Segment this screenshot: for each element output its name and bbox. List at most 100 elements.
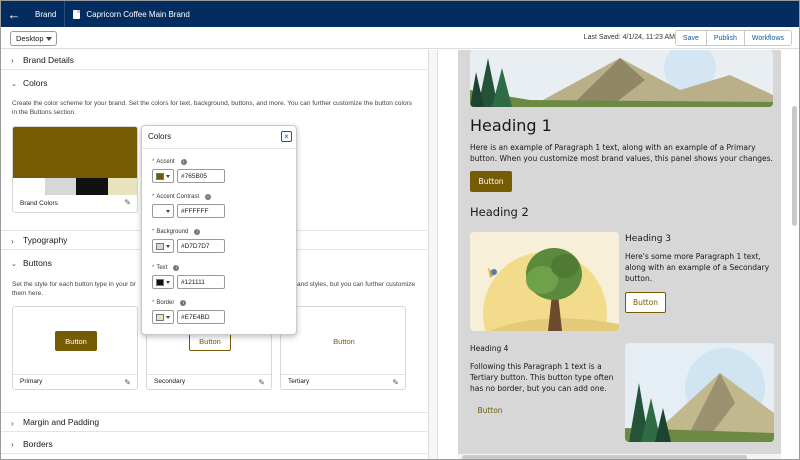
card-divider: [147, 374, 271, 375]
hex-input[interactable]: #E7E4BD: [177, 310, 225, 324]
publish-button[interactable]: Publish: [706, 31, 745, 45]
chevron-down-icon: [166, 210, 170, 213]
hex-input[interactable]: #765B05: [177, 169, 225, 183]
section-buttons-label: Buttons: [23, 258, 52, 268]
color-picker-button[interactable]: [152, 204, 174, 218]
primary-sample-button: Button: [55, 331, 97, 351]
preview-scroll-thumb[interactable]: [792, 106, 797, 226]
device-select-value: Desktop: [16, 34, 44, 43]
section-brand-details[interactable]: › Brand Details: [1, 50, 429, 70]
swatch-accent: [13, 127, 137, 178]
settings-scrollbar[interactable]: [429, 50, 438, 459]
landscape-image-bottom: [625, 343, 774, 442]
color-field-label: * Accent i: [152, 159, 292, 165]
chevron-down-icon: ⌄: [11, 81, 17, 88]
required-marker: *: [152, 265, 155, 271]
device-select[interactable]: Desktop: [10, 31, 57, 46]
section-margin-padding[interactable]: › Margin and Padding: [1, 412, 429, 432]
top-bar: ← Brand Capricorn Coffee Main Brand: [1, 1, 799, 27]
chevron-down-icon: ⌄: [11, 261, 17, 268]
tertiary-sample-button: Button: [333, 336, 355, 346]
close-icon[interactable]: ×: [281, 131, 292, 142]
color-field-label: * Border i: [152, 300, 292, 306]
field-label-text: Accent: [156, 159, 175, 165]
section-borders-label: Borders: [23, 438, 53, 449]
popover-divider: [142, 148, 296, 149]
info-icon[interactable]: i: [205, 194, 212, 200]
landscape-image-top: [470, 50, 773, 107]
info-icon[interactable]: i: [180, 159, 187, 165]
chevron-right-icon: ›: [11, 56, 14, 65]
back-arrow-icon[interactable]: ←: [1, 1, 27, 27]
preview-tertiary-button[interactable]: Button: [470, 402, 510, 418]
preview-heading-3: Heading 3: [625, 234, 672, 244]
color-field-controls: #121111: [152, 275, 292, 289]
info-icon[interactable]: i: [180, 300, 187, 306]
info-icon[interactable]: i: [173, 265, 180, 271]
section-brand-details-label: Brand Details: [23, 54, 75, 65]
preview-heading-4: Heading 4: [470, 344, 509, 353]
pencil-icon[interactable]: ✎: [392, 378, 399, 387]
color-field-background: * Background i #D7D7D7: [152, 229, 292, 253]
color-picker-button[interactable]: [152, 239, 174, 253]
tertiary-button-card[interactable]: Button Tertiary ✎: [280, 306, 406, 390]
info-icon[interactable]: i: [194, 229, 201, 235]
breadcrumb-brand[interactable]: Brand: [27, 1, 66, 27]
preview-horizontal-scrollbar[interactable]: [458, 454, 781, 459]
last-saved-text: Last Saved: 4/1/24, 11:23 AM: [583, 34, 675, 41]
hex-input[interactable]: #D7D7D7: [177, 239, 225, 253]
chevron-right-icon: ›: [11, 237, 14, 246]
color-preview-dot: [156, 314, 164, 321]
hex-input[interactable]: #121111: [177, 275, 225, 289]
field-label-text: Background: [156, 229, 189, 235]
preview-heading-2: Heading 2: [470, 205, 529, 219]
color-field-controls: #765B05: [152, 169, 292, 183]
primary-card-label: Primary: [20, 378, 43, 385]
color-field-text: * Text i #121111: [152, 265, 292, 289]
preview-horizontal-scroll-thumb[interactable]: [462, 455, 747, 459]
pencil-icon[interactable]: ✎: [258, 378, 265, 387]
color-picker-button[interactable]: [152, 275, 174, 289]
swatch-3: [76, 178, 108, 195]
color-field-accent-contrast: * Accent Contrast i #FFFFFF: [152, 194, 292, 218]
color-preview-dot: [156, 279, 164, 286]
color-field-label: * Accent Contrast i: [152, 194, 292, 200]
color-field-label: * Text i: [152, 265, 292, 271]
section-typography-label: Typography: [23, 235, 68, 245]
swatch-4: [107, 178, 137, 195]
brand-colors-card[interactable]: Brand Colors ✎: [12, 126, 138, 213]
pencil-icon[interactable]: ✎: [124, 378, 131, 387]
card-divider: [13, 374, 137, 375]
pencil-icon[interactable]: ✎: [124, 198, 131, 207]
popover-title: Colors: [148, 132, 172, 141]
buttons-description-right: and styles, but you can further customiz…: [297, 281, 416, 288]
field-label-text: Accent Contrast: [156, 194, 200, 200]
chevron-right-icon: ›: [11, 440, 14, 449]
color-field-accent: * Accent i #765B05: [152, 159, 292, 183]
preview-panel: Heading 1 Here is an example of Paragrap…: [439, 50, 799, 459]
color-picker-button[interactable]: [152, 169, 174, 183]
colors-popover: Colors × * Accent i #765B05 * Accent Contrast…: [141, 125, 297, 335]
section-borders[interactable]: › Borders: [1, 434, 429, 454]
primary-button-card[interactable]: Button Primary ✎: [12, 306, 138, 390]
color-field-label: * Background i: [152, 229, 292, 235]
breadcrumb-brand-name: Capricorn Coffee Main Brand: [65, 1, 197, 27]
color-field-controls: #D7D7D7: [152, 239, 292, 253]
preview-scrollbar[interactable]: [791, 50, 799, 459]
color-preview-dot: [156, 173, 164, 180]
toolbar: Desktop Last Saved: 4/1/24, 11:23 AM Sav…: [1, 27, 799, 49]
color-field-controls: #FFFFFF: [152, 204, 292, 218]
hex-input[interactable]: #FFFFFF: [177, 204, 225, 218]
preview-secondary-button[interactable]: Button: [625, 292, 666, 313]
color-picker-button[interactable]: [152, 310, 174, 324]
preview-heading-1: Heading 1: [470, 116, 552, 135]
workflows-button[interactable]: Workflows: [744, 31, 791, 45]
brand-name-label: Capricorn Coffee Main Brand: [86, 9, 190, 19]
tree-illustration: [470, 232, 619, 331]
preview-primary-button[interactable]: Button: [470, 171, 512, 192]
save-button[interactable]: Save: [675, 31, 707, 45]
section-colors[interactable]: ⌄ Colors: [1, 73, 429, 93]
card-divider: [281, 374, 405, 375]
required-marker: *: [152, 159, 155, 165]
color-preview-dot: [156, 208, 164, 215]
